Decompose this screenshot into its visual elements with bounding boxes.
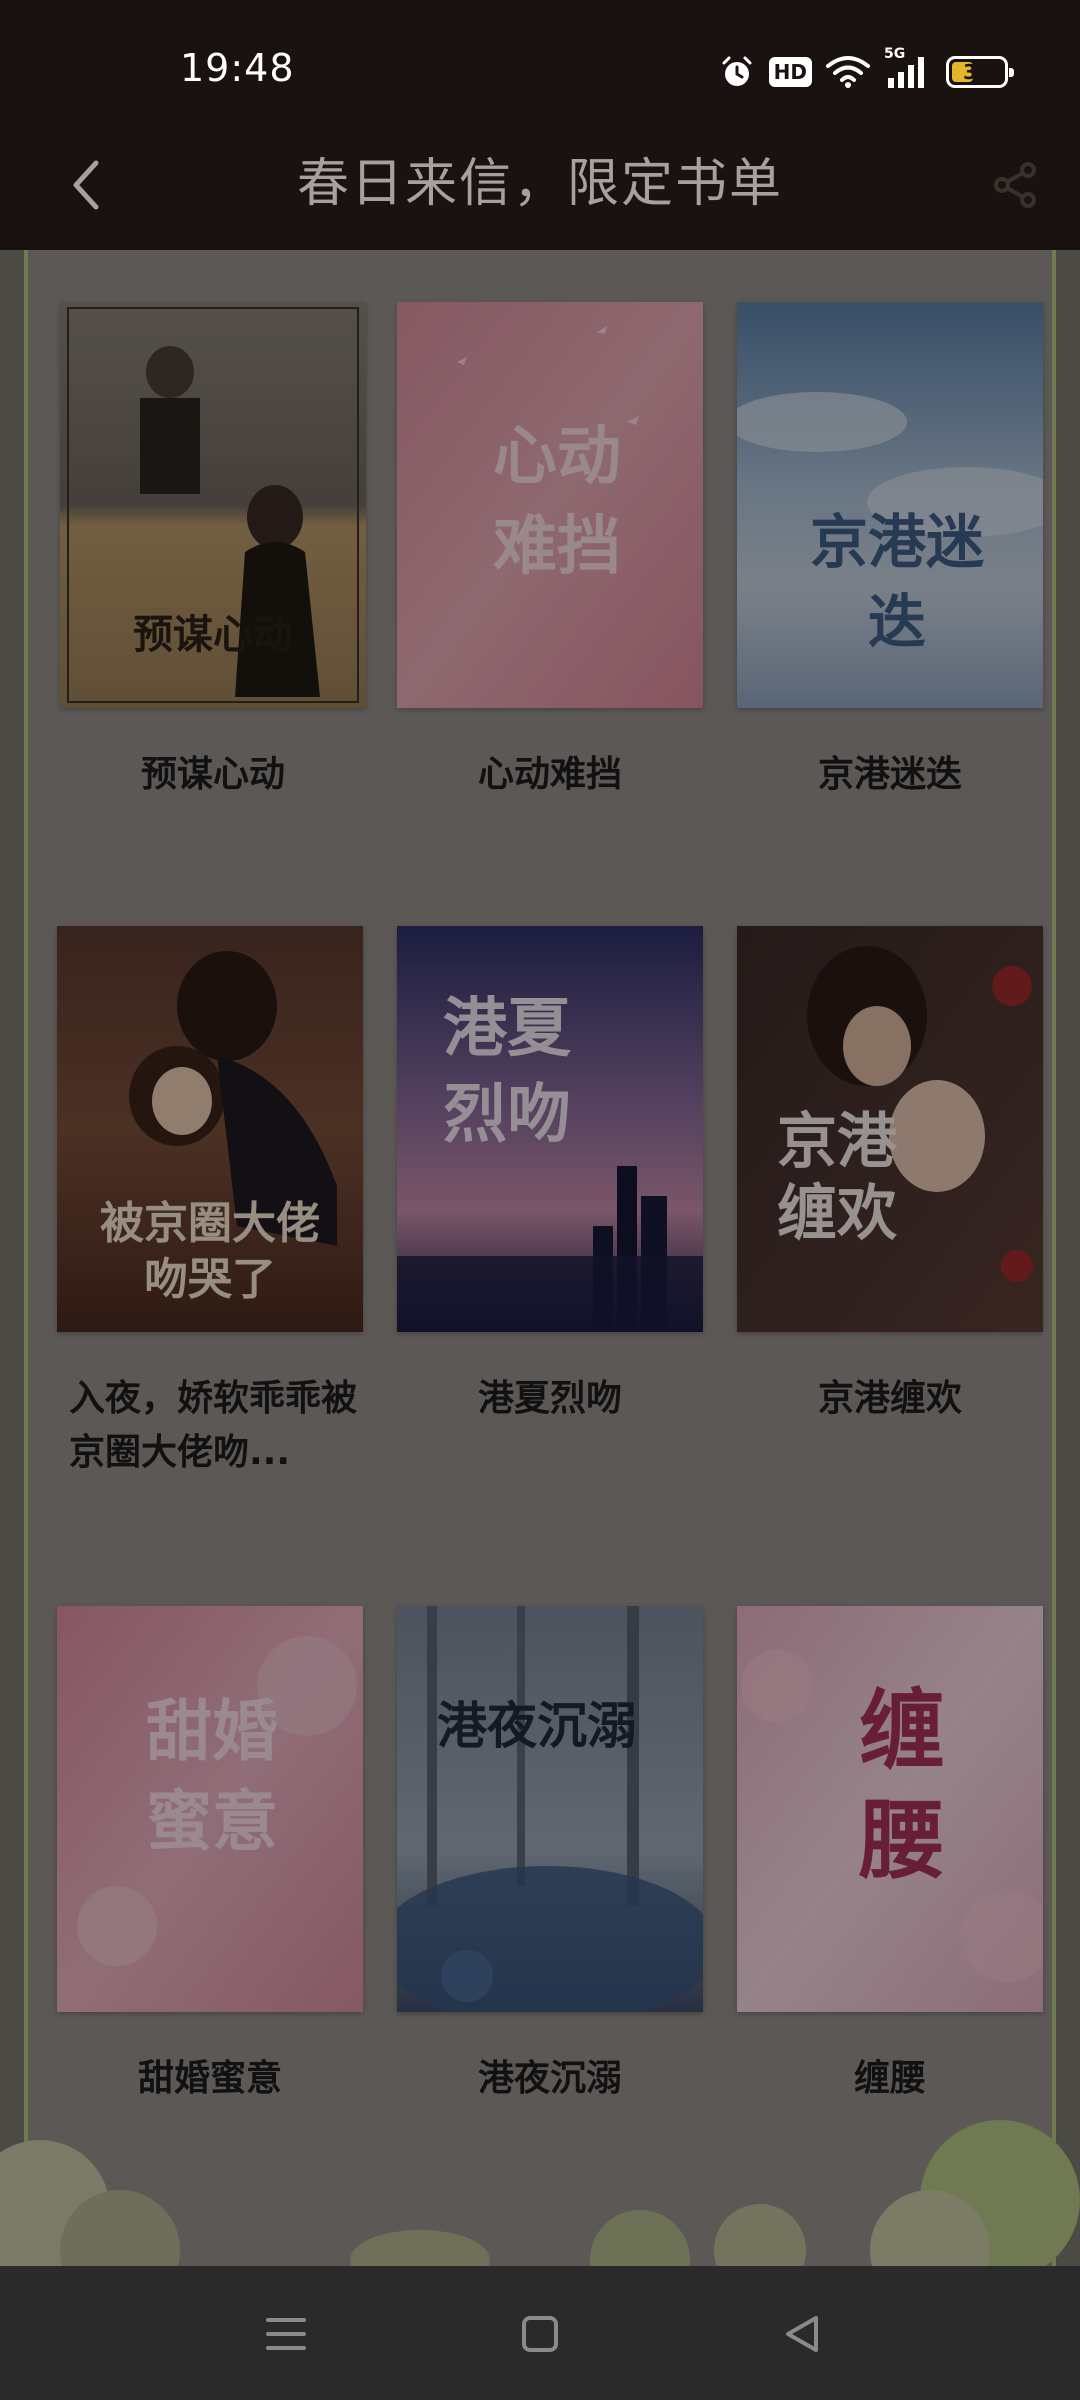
page-header: 春日来信，限定书单 bbox=[0, 120, 1080, 250]
page-title: 春日来信，限定书单 bbox=[296, 154, 783, 214]
status-icons: HD 5G 39 bbox=[719, 46, 1014, 94]
book-title: 港夜沉溺 bbox=[477, 2058, 622, 2099]
network-label: 5G bbox=[884, 46, 906, 62]
book-cover: 港夏烈吻 bbox=[397, 926, 703, 1332]
status-bar: 19:48 HD 5G 39 bbox=[0, 0, 1080, 140]
status-time: 19:48 bbox=[180, 46, 295, 90]
book-title: 预谋心动 bbox=[140, 754, 285, 795]
book-cover: 预谋心动 bbox=[60, 302, 366, 708]
cover-title: 缠腰 bbox=[859, 1680, 945, 1891]
cover-title: 甜婚蜜意 bbox=[146, 1692, 278, 1860]
book-cover: 被京圈大佬吻哭了 bbox=[57, 926, 363, 1332]
battery-level: 39 bbox=[963, 60, 991, 84]
wifi-icon bbox=[826, 55, 870, 89]
book-cover: 甜婚蜜意 bbox=[57, 1606, 363, 2012]
back-nav-button[interactable] bbox=[770, 2302, 834, 2366]
book-title: 心动难挡 bbox=[477, 754, 622, 795]
book-title: 京港缠欢 bbox=[817, 1378, 962, 1419]
recent-apps-button[interactable] bbox=[254, 2302, 318, 2366]
menu-icon bbox=[266, 2318, 306, 2350]
book-cover: 京港缠欢 bbox=[737, 926, 1043, 1332]
5g-signal-icon: 5G bbox=[884, 46, 932, 90]
home-icon bbox=[522, 2316, 558, 2352]
share-button[interactable] bbox=[990, 160, 1040, 210]
cover-title: 京港缠欢 bbox=[777, 1107, 897, 1249]
back-triangle-icon bbox=[786, 2316, 818, 2352]
cover-title: 预谋心动 bbox=[133, 611, 293, 658]
cover-title: 港夏烈吻 bbox=[443, 991, 571, 1152]
book-title: 港夏烈吻 bbox=[477, 1378, 622, 1419]
hd-icon: HD bbox=[768, 57, 812, 87]
book-title: 甜婚蜜意 bbox=[137, 2058, 282, 2099]
book-title: 入夜，娇软乖乖被京圈大佬吻... bbox=[69, 1378, 358, 1473]
home-button[interactable] bbox=[508, 2302, 572, 2366]
cover-title: 被京圈大佬吻哭了 bbox=[100, 1198, 320, 1305]
book-title: 缠腰 bbox=[853, 2058, 926, 2099]
book-cover: 心动难挡 bbox=[397, 302, 703, 708]
share-icon bbox=[994, 162, 1036, 208]
book-title: 京港迷迭 bbox=[817, 754, 962, 795]
battery-icon: 39 bbox=[946, 56, 1014, 88]
book-list-content[interactable]: 预谋心动 预谋心动 心动难挡 心动难挡 京港迷迭 京港迷迭 被京圈大佬吻哭了 入… bbox=[0, 250, 1080, 2266]
book-cover: 京港迷迭 bbox=[737, 302, 1043, 708]
battery-tip bbox=[1009, 68, 1014, 77]
book-cover: 缠腰 bbox=[737, 1606, 1043, 2012]
cover-title: 京港迷迭 bbox=[809, 508, 984, 656]
cover-title: 心动难挡 bbox=[493, 419, 621, 584]
system-nav-bar bbox=[0, 2266, 1080, 2400]
cover-title: 港夜沉溺 bbox=[437, 1696, 637, 1755]
book-cover: 港夜沉溺 bbox=[397, 1606, 703, 2012]
alarm-icon bbox=[719, 54, 755, 90]
